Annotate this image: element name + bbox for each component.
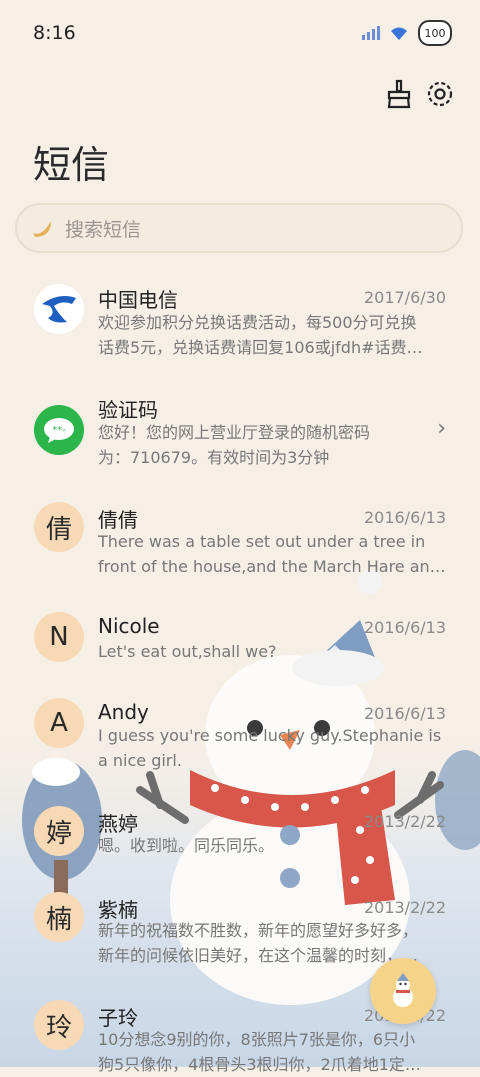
- china-telecom-logo-icon: [34, 284, 84, 334]
- message-date: 2017/6/30: [363, 288, 446, 307]
- contact-name: Andy: [98, 700, 149, 724]
- wifi-icon: [391, 27, 407, 40]
- broom-icon[interactable]: [383, 78, 415, 110]
- avatar: 倩: [34, 502, 84, 552]
- gear-icon[interactable]: [424, 78, 456, 110]
- snowman-icon: [393, 973, 413, 1007]
- message-preview: 为：710679。有效时间为3分钟: [98, 448, 330, 467]
- list-item[interactable]: 中国电信 2017/6/30 欢迎参加积分兑换话费活动，每500分可兑换 话费5…: [0, 282, 480, 362]
- message-preview: Let's eat out,shall we?: [98, 642, 277, 661]
- page-title: 短信: [33, 143, 110, 187]
- contact-name: Nicole: [98, 614, 160, 638]
- moon-icon: [33, 221, 51, 237]
- contact-name: 中国电信: [98, 288, 178, 312]
- message-preview: 10分想念9别的你，8张照片7张是你，6只小: [98, 1030, 416, 1049]
- battery-icon: 100: [418, 20, 452, 46]
- list-item[interactable]: N Nicole 2016/6/13 Let's eat out,shall w…: [0, 612, 480, 672]
- avatar: 婷: [34, 806, 84, 856]
- status-icons: 100: [362, 20, 452, 46]
- message-preview: 您好！您的网上营业厅登录的随机密码: [98, 423, 371, 442]
- avatar: N: [34, 612, 84, 662]
- list-item[interactable]: 倩 倩倩 2016/6/13 There was a table set out…: [0, 502, 480, 582]
- message-preview: I guess you're some lucky guy.Stephanie …: [98, 726, 442, 745]
- search-placeholder: 搜索短信: [65, 218, 142, 241]
- contact-name: 验证码: [98, 398, 158, 422]
- avatar: 玲: [34, 1000, 84, 1050]
- avatar: A: [34, 698, 84, 748]
- chevron-right-icon: ›: [437, 416, 446, 441]
- compose-button[interactable]: [370, 958, 436, 1024]
- message-date: 2016/6/13: [363, 618, 446, 637]
- list-item[interactable]: A Andy 2016/6/13 I guess you're some luc…: [0, 698, 480, 778]
- message-preview: 话费5元，兑换话费请回复106或jfdh#话费…: [98, 338, 423, 357]
- message-preview: front of the house,and the March Hare an…: [98, 557, 446, 576]
- message-date: 2013/2/22: [363, 898, 446, 917]
- message-date: 2013/2/22: [363, 812, 446, 831]
- status-time: 8:16: [33, 22, 76, 44]
- search-input[interactable]: 搜索短信: [15, 203, 463, 253]
- message-bubble-icon: **-: [34, 405, 84, 455]
- message-preview: 狗5只像你，4根骨头3根归你，2爪着地1定…: [98, 1055, 421, 1074]
- list-item[interactable]: 婷 燕婷 2013/2/22 嗯。收到啦。同乐同乐。: [0, 806, 480, 866]
- list-item[interactable]: **- 验证码 您好！您的网上营业厅登录的随机密码 为：710679。有效时间为…: [0, 392, 480, 472]
- status-bar: 8:16 100: [0, 0, 480, 68]
- message-preview: a nice girl.: [98, 751, 182, 770]
- message-preview: There was a table set out under a tree i…: [98, 532, 426, 551]
- svg-text:**-: **-: [52, 425, 66, 436]
- signal-icon: [362, 26, 380, 40]
- message-preview: 嗯。收到啦。同乐同乐。: [98, 836, 275, 855]
- message-date: 2016/6/13: [363, 704, 446, 723]
- message-preview: 新年的祝福数不胜数，新年的愿望好多好多，: [98, 921, 419, 940]
- message-date: 2016/6/13: [363, 508, 446, 527]
- message-preview: 欢迎参加积分兑换话费活动，每500分可兑换: [98, 313, 417, 332]
- avatar: 楠: [34, 892, 84, 942]
